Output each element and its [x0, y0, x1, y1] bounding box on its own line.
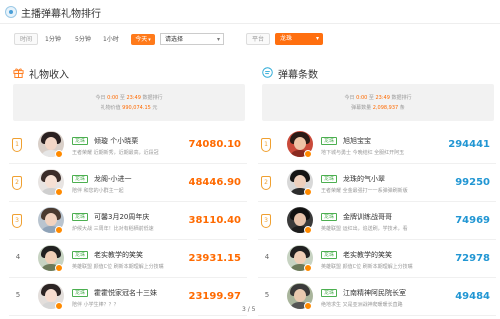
platform-filter-label: 平台: [246, 33, 271, 45]
list-item[interactable]: 2 龙珠 龙珠的气小翠 王者荣耀 全金最强打一一系弹弹刷新版 99250: [258, 164, 496, 202]
anchor-name[interactable]: 老实教学的笑笑: [343, 250, 392, 260]
verified-icon: [55, 302, 63, 310]
danmaku-count: 294441: [448, 139, 490, 150]
verified-icon: [55, 226, 63, 234]
verified-icon: [55, 150, 63, 158]
filter-bar: 时间 1分钟 5分钟 1小时 今天 请选择 ▾ 平台 龙珠 ▾: [0, 33, 500, 47]
rank-number: 4: [264, 253, 270, 261]
verified-icon: [304, 188, 312, 196]
anchor-name[interactable]: 龙珠的气小翠: [343, 174, 385, 184]
rank-number: 4: [15, 253, 21, 261]
anchor-name[interactable]: 旭旭宝宝: [343, 136, 371, 146]
time-option-5min[interactable]: 5分钟: [75, 34, 91, 45]
anchor-desc: 陪伴 和您的小群主一起: [72, 188, 124, 194]
gift-value: 23199.97: [188, 291, 241, 302]
anchor-name[interactable]: 可馨3月20周年庆: [94, 212, 149, 222]
anchor-name[interactable]: 龙阁-小进一: [94, 174, 132, 184]
list-item[interactable]: 2 龙珠 龙阁-小进一 陪伴 和您的小群主一起 48446.90: [9, 164, 247, 202]
bronze-medal-icon: 3: [261, 214, 271, 228]
today-button[interactable]: 今天: [131, 34, 155, 45]
chevron-down-icon: ▾: [315, 35, 319, 42]
platform-tag: 龙珠: [72, 137, 89, 145]
anchor-name[interactable]: 江南精神阿民院长室: [343, 288, 406, 298]
platform-select[interactable]: 龙珠 ▾: [275, 33, 323, 45]
gift-panel-title: 礼物收入: [29, 70, 69, 81]
anchor-name[interactable]: 金牌训练战哥哥: [343, 212, 392, 222]
list-item[interactable]: 3 龙珠 金牌训练战哥哥 英雄联盟 运红出，追送刷，学技术，看 74969: [258, 202, 496, 240]
anchor-name[interactable]: 倾璇 个小晓栗: [94, 136, 138, 146]
anchor-desc: 英雄联盟 颜值C位 刷新本期理解上分技嘴: [72, 264, 164, 270]
platform-tag: 龙珠: [321, 137, 338, 145]
anchor-name[interactable]: 霍霍悦家冠名十三妹: [94, 288, 157, 298]
gift-value: 48446.90: [188, 177, 241, 188]
platform-tag: 龙珠: [72, 213, 89, 221]
platform-tag: 龙珠: [321, 213, 338, 221]
anchor-name[interactable]: 老实教学的笑笑: [94, 250, 143, 260]
platform-tag: 龙珠: [72, 251, 89, 259]
gold-medal-icon: 1: [12, 138, 22, 152]
list-item[interactable]: 4 龙珠 老实教学的笑笑 英雄联盟 颜值C位 刷新本期理解上分技嘴 72978: [258, 240, 496, 278]
gift-summary-period: 今日 0:00 至 23:49 数据排行: [95, 95, 163, 101]
platform-tag: 龙珠: [321, 289, 338, 297]
gift-income-panel: 礼物收入 今日 0:00 至 23:49 数据排行 礼物价值 990,074.1…: [9, 60, 247, 319]
anchor-desc: 绝地求生 又是亚洲战神爬暖暖长直路: [321, 302, 403, 308]
list-item[interactable]: 5 龙珠 霍霍悦家冠名十三妹 陪伴 小学生棒？？？ 23199.97: [9, 278, 247, 316]
page-title: 主播弹幕礼物排行: [21, 9, 101, 20]
anchor-desc: 炉候大战 三周年！比对有稻栖前低速: [72, 226, 154, 232]
silver-medal-icon: 2: [12, 176, 22, 190]
list-item[interactable]: 4 龙珠 老实教学的笑笑 英雄联盟 颜值C位 刷新本期理解上分技嘴 23931.…: [9, 240, 247, 278]
time-filter-label: 时间: [14, 33, 39, 45]
platform-select-value: 龙珠: [280, 35, 293, 42]
anchor-desc: 王者荣耀 近期新秀，近期最高，近段冠: [72, 150, 159, 156]
time-option-1min[interactable]: 1分钟: [45, 34, 61, 45]
date-select[interactable]: 请选择 ▾: [160, 33, 224, 45]
verified-icon: [304, 226, 312, 234]
danmaku-summary-total: 弹幕数量 2,098,937 条: [351, 105, 405, 111]
verified-icon: [304, 150, 312, 158]
danmaku-count: 74969: [455, 215, 490, 226]
danmaku-count-panel: 弹幕条数 今日 0:00 至 23:49 数据排行 弹幕数量 2,098,937…: [258, 60, 496, 319]
danmaku-summary: 今日 0:00 至 23:49 数据排行 弹幕数量 2,098,937 条: [262, 84, 494, 121]
list-item[interactable]: 1 龙珠 旭旭宝宝 地下城与勇士 今晚结红 全服红开阿玉 294441: [258, 126, 496, 164]
danmaku-panel-title: 弹幕条数: [278, 70, 318, 81]
date-select-value: 请选择: [165, 36, 184, 43]
ranking-logo-icon: [5, 6, 17, 18]
danmaku-count: 49484: [455, 291, 490, 302]
danmaku-count: 99250: [455, 177, 490, 188]
list-item[interactable]: 1 龙珠 倾璇 个小晓栗 王者荣耀 近期新秀，近期最高，近段冠 74080.10: [9, 126, 247, 164]
bronze-medal-icon: 3: [12, 214, 22, 228]
list-item[interactable]: 5 龙珠 江南精神阿民院长室 绝地求生 又是亚洲战神爬暖暖长直路 49484: [258, 278, 496, 316]
platform-tag: 龙珠: [321, 251, 338, 259]
rank-number: 5: [15, 291, 21, 299]
verified-icon: [55, 264, 63, 272]
anchor-desc: 王者荣耀 全金最强打一一系弹弹刷新版: [321, 188, 408, 194]
platform-tag: 龙珠: [72, 175, 89, 183]
header-bar: 主播弹幕礼物排行: [0, 0, 500, 24]
chat-bubble-icon: [262, 67, 273, 78]
page-indicator: 3 / 5: [242, 306, 256, 313]
silver-medal-icon: 2: [261, 176, 271, 190]
verified-icon: [304, 264, 312, 272]
rank-number: 5: [264, 291, 270, 299]
anchor-desc: 陪伴 小学生棒？？？: [72, 302, 119, 308]
anchor-desc: 英雄联盟 颜值C位 刷新本期理解上分技嘴: [321, 264, 413, 270]
verified-icon: [304, 302, 312, 310]
gift-icon: [13, 68, 24, 78]
gift-value: 23931.15: [188, 253, 241, 264]
gift-summary-total: 礼物价值 990,074.15 元: [100, 105, 158, 111]
danmaku-summary-period: 今日 0:00 至 23:49 数据排行: [344, 95, 412, 101]
gift-value: 74080.10: [188, 139, 241, 150]
platform-tag: 龙珠: [72, 289, 89, 297]
danmaku-count: 72978: [455, 253, 490, 264]
verified-icon: [55, 188, 63, 196]
gift-summary: 今日 0:00 至 23:49 数据排行 礼物价值 990,074.15 元: [13, 84, 245, 121]
gift-value: 38110.40: [188, 215, 241, 226]
platform-tag: 龙珠: [321, 175, 338, 183]
anchor-desc: 地下城与勇士 今晚结红 全服红开阿玉: [321, 150, 405, 156]
gold-medal-icon: 1: [261, 138, 271, 152]
chevron-down-icon: ▾: [216, 36, 220, 43]
list-item[interactable]: 3 龙珠 可馨3月20周年庆 炉候大战 三周年！比对有稻栖前低速 38110.4…: [9, 202, 247, 240]
anchor-desc: 英雄联盟 运红出，追送刷，学技术，看: [321, 226, 408, 232]
time-option-1hour[interactable]: 1小时: [103, 34, 119, 45]
